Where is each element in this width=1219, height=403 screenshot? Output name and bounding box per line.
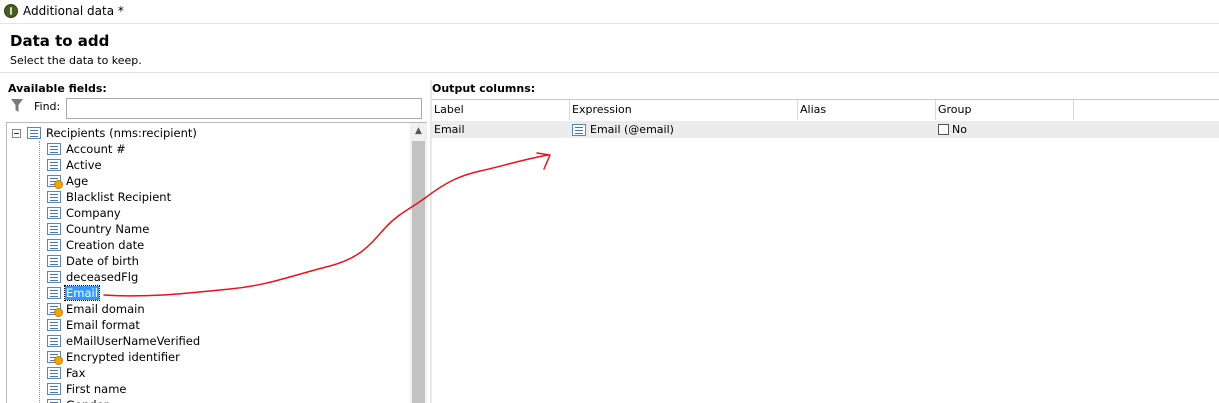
tree-item-label: Date of birth bbox=[66, 254, 139, 268]
output-columns-grid: Label Expression Alias Group Email Email… bbox=[432, 99, 1219, 403]
row-expression-cell[interactable]: Email (@email) bbox=[570, 121, 798, 138]
row-group-text: No bbox=[952, 123, 967, 136]
app-logo-icon bbox=[4, 4, 18, 18]
tree-item[interactable]: Active bbox=[47, 157, 103, 173]
tree-item-label: Fax bbox=[66, 366, 86, 380]
window-titlebar: Additional data * bbox=[0, 0, 1219, 24]
tree-item[interactable]: Encrypted identifier bbox=[47, 349, 181, 365]
tree-item[interactable]: Date of birth bbox=[47, 253, 140, 269]
output-columns-label: Output columns: bbox=[432, 82, 536, 95]
tree-item[interactable]: Account # bbox=[47, 141, 127, 157]
available-fields-label: Available fields: bbox=[8, 82, 107, 95]
list-field-icon bbox=[47, 239, 61, 251]
available-fields-tree[interactable]: Recipients (nms:recipient) Account # Acti… bbox=[6, 122, 427, 403]
list-field-icon bbox=[47, 335, 61, 347]
tree-item[interactable]: Blacklist Recipient bbox=[47, 189, 172, 205]
row-alias-cell[interactable] bbox=[798, 121, 936, 138]
tree-item[interactable]: deceasedFlg bbox=[47, 269, 139, 285]
collapse-icon[interactable] bbox=[12, 128, 21, 138]
tree-item[interactable]: Country Name bbox=[47, 221, 150, 237]
find-label: Find: bbox=[34, 100, 61, 113]
tree-scrollbar[interactable]: ▲ bbox=[410, 123, 427, 403]
list-field-icon bbox=[47, 383, 61, 395]
page-subtitle: Select the data to keep. bbox=[10, 54, 142, 67]
table-row[interactable]: Email Email (@email) No bbox=[432, 121, 1219, 138]
list-field-icon bbox=[47, 191, 61, 203]
row-label-cell[interactable]: Email bbox=[432, 121, 570, 138]
tree-item-label: Email bbox=[64, 285, 100, 301]
list-field-icon bbox=[47, 367, 61, 379]
tree-item-label: First name bbox=[66, 382, 127, 396]
row-expression-text: Email (@email) bbox=[590, 123, 674, 136]
tree-item-label: eMailUserNameVerified bbox=[66, 334, 201, 348]
tree-item-label: Gender bbox=[65, 398, 109, 403]
row-label-text: Email bbox=[434, 123, 465, 136]
list-field-icon bbox=[47, 287, 61, 299]
grid-header: Label Expression Alias Group bbox=[432, 100, 1219, 120]
tree-item-label: Active bbox=[66, 158, 102, 172]
scroll-thumb[interactable] bbox=[412, 141, 425, 403]
tree-item-label: Company bbox=[66, 206, 121, 220]
list-field-icon bbox=[47, 255, 61, 267]
tree-item[interactable]: Gender bbox=[47, 397, 109, 403]
find-input[interactable] bbox=[66, 98, 422, 119]
list-field-icon bbox=[47, 159, 61, 171]
list-field-icon bbox=[47, 143, 61, 155]
tree-item-label: deceasedFlg bbox=[66, 270, 139, 284]
page-header: Data to add Select the data to keep. bbox=[0, 25, 1219, 73]
tree-item[interactable]: First name bbox=[47, 381, 127, 397]
tree-item[interactable]: Email format bbox=[47, 317, 141, 333]
table-icon bbox=[27, 127, 41, 139]
page-title: Data to add bbox=[10, 32, 110, 50]
tree-root-recipients[interactable]: Recipients (nms:recipient) bbox=[12, 125, 198, 141]
column-header-label[interactable]: Label bbox=[432, 100, 570, 120]
window-title: Additional data * bbox=[23, 4, 124, 18]
calculated-field-icon bbox=[47, 351, 63, 365]
tree-item-label: Age bbox=[66, 174, 89, 188]
tree-item-label: Email domain bbox=[66, 302, 145, 316]
calculated-field-icon bbox=[47, 303, 63, 317]
list-field-icon bbox=[47, 399, 61, 403]
list-field-icon bbox=[47, 207, 61, 219]
tree-item[interactable]: Email bbox=[47, 285, 100, 301]
tree-item-label: Country Name bbox=[66, 222, 150, 236]
row-group-cell[interactable]: No bbox=[936, 121, 1074, 138]
list-field-icon bbox=[572, 123, 586, 136]
tree-item-label: Encrypted identifier bbox=[66, 350, 180, 364]
scroll-up-icon[interactable]: ▲ bbox=[410, 123, 427, 140]
tree-item[interactable]: Creation date bbox=[47, 237, 145, 253]
filter-icon bbox=[11, 99, 23, 112]
tree-item-label: Creation date bbox=[66, 238, 145, 252]
group-checkbox[interactable] bbox=[938, 124, 949, 135]
list-field-icon bbox=[47, 271, 61, 283]
tree-item[interactable]: Company bbox=[47, 205, 122, 221]
tree-item[interactable]: Fax bbox=[47, 365, 86, 381]
tree-item-label: Email format bbox=[66, 318, 140, 332]
tree-item-label: Blacklist Recipient bbox=[66, 190, 172, 204]
tree-root-label: Recipients (nms:recipient) bbox=[46, 126, 197, 140]
list-field-icon bbox=[47, 223, 61, 235]
column-header-expression[interactable]: Expression bbox=[570, 100, 798, 120]
calculated-field-icon bbox=[47, 175, 63, 189]
list-field-icon bbox=[47, 319, 61, 331]
tree-item[interactable]: Age bbox=[47, 173, 89, 189]
tree-item[interactable]: Email domain bbox=[47, 301, 146, 317]
tree-item-label: Account # bbox=[66, 142, 126, 156]
tree-item[interactable]: eMailUserNameVerified bbox=[47, 333, 201, 349]
column-header-alias[interactable]: Alias bbox=[798, 100, 936, 120]
tree-connector-line bbox=[39, 141, 40, 403]
column-header-group[interactable]: Group bbox=[936, 100, 1074, 120]
